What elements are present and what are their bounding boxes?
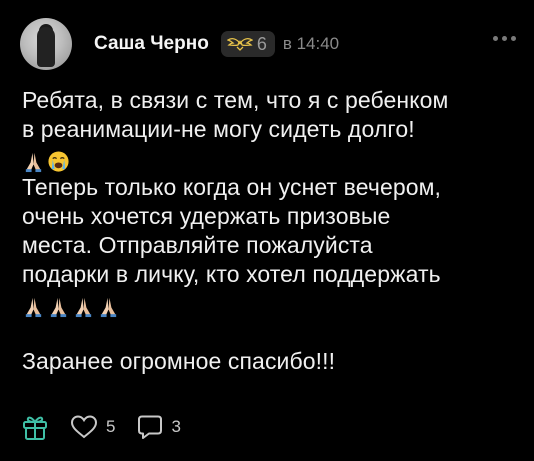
author-name[interactable]: Саша Черно [94,33,209,55]
post-actions: 5 3 [22,413,181,441]
wings-icon [226,38,253,51]
more-dot [493,36,498,41]
comments-count: 3 [171,417,181,436]
post-line: места. Отправляйте пожалуйста [22,232,373,258]
emoji-row [22,144,522,173]
more-options-icon[interactable] [493,36,516,41]
avatar[interactable] [20,18,72,70]
post-line: Теперь только когда он уснет вечером, [22,174,442,200]
emoji-row [22,289,522,318]
gift-icon[interactable] [22,413,48,441]
post-text: Ребята, в связи с тем, что я с ребенком … [22,86,522,376]
avatar-figure [37,27,55,67]
heart-icon[interactable] [70,414,98,440]
likes-count: 5 [106,417,116,436]
post-line: Заранее огромное спасибо!!! [22,348,336,374]
more-dot [502,36,507,41]
status-badge[interactable]: 6 [220,31,275,57]
post-line: в реанимации-не могу сидеть долго! [22,116,415,142]
folded-hands-icon [75,297,92,318]
folded-hands-icon [100,297,117,318]
post-time: в 14:40 [282,34,340,53]
folded-hands-icon [50,297,67,318]
comment-icon[interactable] [137,414,163,440]
folded-hands-icon [25,297,42,318]
post-line: подарки в личку, кто хотел поддержать [22,261,441,287]
post-line: Ребята, в связи с тем, что я с ребенком [22,87,449,113]
post-header: Саша Черно 6 в 14:40 [20,18,520,70]
crying-face-icon [48,151,69,172]
badge-level: 6 [256,33,267,54]
folded-hands-icon [25,152,42,173]
more-dot [511,36,516,41]
post-line: очень хочется удержать призовые [22,203,391,229]
